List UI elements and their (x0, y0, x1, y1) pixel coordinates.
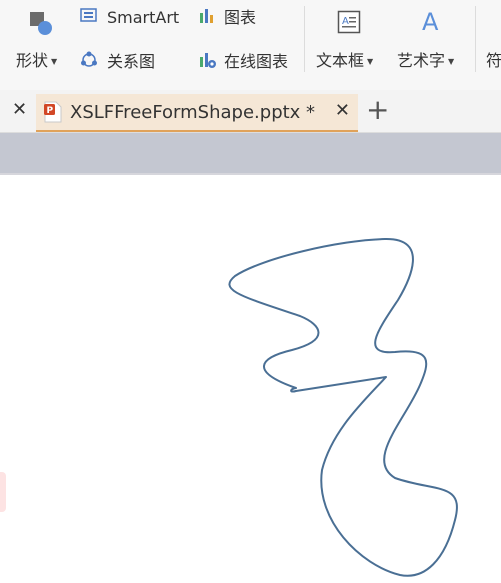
textbox-icon: A (337, 10, 361, 38)
textbox-button[interactable]: 文本框 ▼ (316, 51, 373, 71)
online-chart-button[interactable]: 在线图表 (199, 51, 288, 73)
close-icon[interactable]: ✕ (12, 100, 27, 120)
side-panel-handle[interactable] (0, 472, 6, 512)
textbox-icon-wrap[interactable]: A (337, 10, 361, 38)
slide-canvas[interactable] (0, 175, 501, 583)
chevron-down-icon: ▼ (448, 56, 455, 66)
symbol-button[interactable]: 符 (486, 51, 501, 71)
chevron-down-icon: ▼ (51, 56, 58, 66)
close-icon[interactable]: ✕ (335, 100, 350, 121)
chart-button[interactable]: 图表 (199, 8, 256, 28)
freeform-shape-svg (228, 237, 458, 577)
chevron-down-icon: ▼ (367, 56, 374, 66)
wordart-icon-wrap[interactable]: A (420, 8, 442, 40)
shapes-button-icon-wrap[interactable] (28, 10, 54, 40)
relationship-label: 关系图 (107, 52, 156, 71)
wordart-button[interactable]: 艺术字 ▼ (397, 51, 454, 71)
document-tab[interactable]: P XSLFFreeFormShape.pptx * ✕ (36, 94, 358, 132)
bar-chart-icon (199, 8, 215, 28)
symbol-label: 符 (486, 51, 501, 70)
add-tab-icon[interactable]: + (366, 96, 389, 124)
svg-text:P: P (47, 106, 54, 116)
ppt-file-icon: P (44, 101, 62, 123)
online-chart-icon (199, 51, 217, 73)
relationship-button[interactable]: 关系图 (80, 51, 155, 73)
smartart-icon (80, 8, 98, 28)
shapes-icon (28, 10, 54, 40)
ribbon-divider (304, 6, 305, 72)
smartart-label: SmartArt (107, 8, 180, 27)
svg-text:A: A (422, 8, 439, 36)
shapes-button[interactable]: 形状 ▼ (16, 51, 57, 71)
textbox-label: 文本框 (316, 51, 365, 70)
wordart-icon: A (420, 8, 442, 40)
wordart-label: 艺术字 (397, 51, 446, 70)
shapes-label: 形状 (16, 51, 49, 70)
relationship-icon (80, 51, 98, 73)
svg-text:A: A (342, 16, 349, 27)
freeform-shape[interactable] (228, 237, 458, 577)
insert-ribbon: 形状 ▼ SmartArt 图表 关系图 在线图表 A 文本框 ▼ A 艺术字 … (0, 0, 501, 90)
chart-label: 图表 (224, 8, 257, 27)
tab-title: XSLFFreeFormShape.pptx * (70, 101, 316, 123)
workspace-header-band (0, 133, 501, 173)
smartart-button[interactable]: SmartArt (80, 8, 179, 28)
online-chart-label: 在线图表 (224, 52, 289, 71)
document-tab-bar: ✕ P XSLFFreeFormShape.pptx * ✕ + (0, 90, 501, 133)
ribbon-divider (475, 6, 476, 72)
